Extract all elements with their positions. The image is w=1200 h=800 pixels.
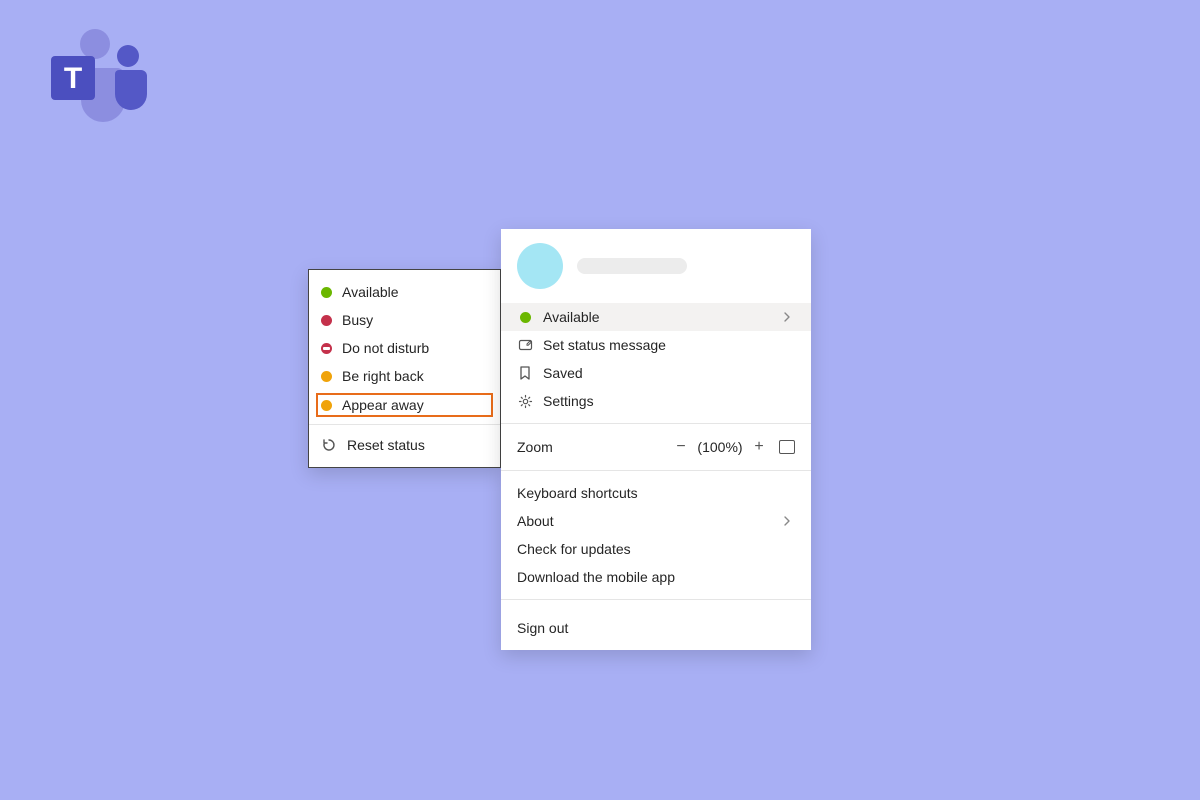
divider <box>501 470 811 471</box>
dnd-icon <box>321 343 332 354</box>
divider <box>501 599 811 600</box>
bookmark-icon <box>517 365 533 381</box>
edit-message-icon <box>517 337 533 353</box>
teams-logo: T <box>45 28 155 128</box>
menu-label: Saved <box>543 365 795 381</box>
available-icon <box>321 287 332 298</box>
available-icon <box>517 309 533 325</box>
chevron-right-icon <box>779 513 795 529</box>
menu-item-saved[interactable]: Saved <box>501 359 811 387</box>
status-option-reset[interactable]: Reset status <box>309 431 500 459</box>
menu-item-status[interactable]: Available <box>501 303 811 331</box>
status-label: Reset status <box>347 437 425 453</box>
menu-item-check-updates[interactable]: Check for updates <box>501 535 811 563</box>
menu-item-settings[interactable]: Settings <box>501 387 811 415</box>
user-menu: Available Set status message Saved Setti… <box>501 229 811 650</box>
menu-label: Keyboard shortcuts <box>517 485 795 501</box>
chevron-right-icon <box>779 309 795 325</box>
menu-label: Settings <box>543 393 795 409</box>
menu-item-sign-out[interactable]: Sign out <box>501 608 811 650</box>
status-submenu: Available Busy Do not disturb Be right b… <box>308 269 501 468</box>
menu-label: Sign out <box>517 620 568 636</box>
menu-item-about[interactable]: About <box>501 507 811 535</box>
menu-label: Available <box>543 309 769 325</box>
status-label: Be right back <box>342 368 424 384</box>
menu-item-set-status-message[interactable]: Set status message <box>501 331 811 359</box>
away-icon <box>321 400 332 411</box>
divider <box>501 423 811 424</box>
zoom-percent: (100%) <box>693 439 747 455</box>
menu-label: Download the mobile app <box>517 569 795 585</box>
busy-icon <box>321 315 332 326</box>
menu-item-download-mobile-app[interactable]: Download the mobile app <box>501 563 811 591</box>
status-option-available[interactable]: Available <box>309 278 500 306</box>
status-option-busy[interactable]: Busy <box>309 306 500 334</box>
menu-label: About <box>517 513 769 529</box>
status-option-appear-away[interactable]: Appear away <box>315 392 494 418</box>
menu-item-keyboard-shortcuts[interactable]: Keyboard shortcuts <box>501 479 811 507</box>
menu-label: Check for updates <box>517 541 795 557</box>
status-option-brb[interactable]: Be right back <box>309 362 500 390</box>
status-label: Available <box>342 284 399 300</box>
brb-icon <box>321 371 332 382</box>
status-option-dnd[interactable]: Do not disturb <box>309 334 500 362</box>
status-label: Do not disturb <box>342 340 429 356</box>
status-label: Appear away <box>342 397 424 413</box>
zoom-row: Zoom − (100%) + <box>501 432 811 462</box>
status-label: Busy <box>342 312 373 328</box>
zoom-out-button[interactable]: − <box>669 438 693 456</box>
menu-label: Set status message <box>543 337 795 353</box>
svg-text:T: T <box>64 62 82 95</box>
fullscreen-icon[interactable] <box>779 440 795 454</box>
username-placeholder <box>577 258 687 274</box>
user-header <box>501 229 811 303</box>
gear-icon <box>517 393 533 409</box>
zoom-label: Zoom <box>517 439 669 455</box>
avatar <box>517 243 563 289</box>
reset-icon <box>321 437 337 453</box>
divider <box>309 424 500 425</box>
zoom-in-button[interactable]: + <box>747 438 771 456</box>
